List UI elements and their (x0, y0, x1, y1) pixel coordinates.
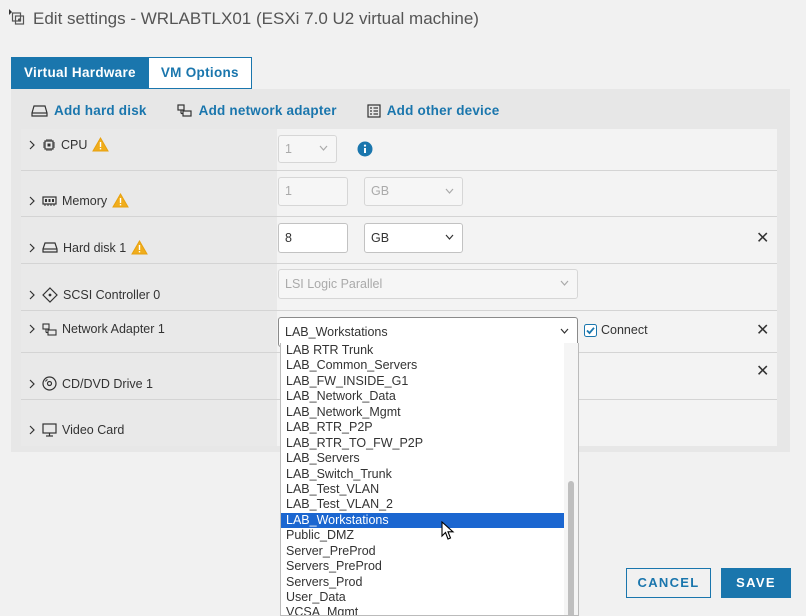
chevron-right-icon (29, 425, 35, 435)
dropdown-option[interactable]: LAB_RTR_P2P (281, 420, 578, 435)
dropdown-option[interactable]: LAB_Switch_Trunk (281, 467, 578, 482)
hard-disk-icon (42, 242, 58, 253)
network-adapter-row-header[interactable]: Network Adapter 1 (27, 322, 165, 336)
dropdown-option[interactable]: Server_PreProd (281, 544, 578, 559)
scsi-type-select[interactable]: LSI Logic Parallel (278, 269, 578, 299)
cpu-icon (43, 138, 55, 151)
add-other-device-button[interactable]: Add other device (367, 103, 500, 118)
remove-hard-disk-button[interactable]: ✕ (756, 231, 769, 247)
cdrom-row-header[interactable]: CD/DVD Drive 1 (27, 376, 153, 391)
dropdown-option[interactable]: VCSA_Mgmt (281, 605, 578, 615)
chevron-right-icon (29, 196, 35, 205)
tab-bar: Virtual Hardware VM Options (11, 57, 252, 89)
scsi-row-header[interactable]: SCSI Controller 0 (27, 287, 160, 303)
dropdown-scrollbar[interactable] (564, 343, 578, 615)
cdrom-label: CD/DVD Drive 1 (62, 376, 153, 391)
network-adapter-icon (42, 322, 57, 336)
connect-checkbox[interactable] (584, 323, 597, 337)
connect-label: Connect (601, 323, 648, 337)
memory-unit-select[interactable]: GB (364, 177, 463, 206)
dropdown-option[interactable]: LAB_Common_Servers (281, 358, 578, 373)
memory-size-input[interactable]: 1 (278, 177, 348, 206)
info-icon[interactable] (357, 141, 373, 157)
chevron-down-icon (560, 328, 569, 334)
dropdown-option[interactable]: Servers_PreProd (281, 559, 578, 574)
warning-icon (131, 240, 149, 255)
dropdown-option[interactable]: LAB_RTR_TO_FW_P2P (281, 436, 578, 451)
warning-icon (92, 137, 110, 152)
remove-cdrom-button[interactable]: ✕ (756, 364, 769, 380)
chevron-right-icon (29, 290, 35, 300)
network-adapter-label: Network Adapter 1 (62, 322, 165, 336)
warning-icon (112, 193, 130, 208)
monitor-icon (42, 423, 57, 437)
cancel-button[interactable]: CANCEL (626, 568, 711, 598)
remove-network-adapter-button[interactable]: ✕ (756, 323, 769, 339)
network-options: LAB RTR Trunk LAB_Common_Servers LAB_FW_IN… (281, 343, 578, 615)
other-device-icon (367, 103, 381, 118)
tab-virtual-hardware[interactable]: Virtual Hardware (11, 57, 149, 89)
dropdown-option[interactable]: User_Data (281, 590, 578, 605)
dropdown-option[interactable]: LAB_Network_Data (281, 389, 578, 404)
scrollbar-thumb[interactable] (568, 481, 574, 615)
dropdown-option[interactable]: Servers_Prod (281, 575, 578, 590)
dialog-header: Edit settings - WRLABTLX01 (ESXi 7.0 U2 … (0, 0, 806, 40)
dropdown-option[interactable]: LAB_Network_Mgmt (281, 405, 578, 420)
add-hard-disk-button[interactable]: Add hard disk (31, 103, 147, 118)
hard-disk-icon (31, 104, 48, 117)
add-hard-disk-label: Add hard disk (54, 103, 147, 118)
video-card-label: Video Card (62, 423, 125, 437)
hard-disk-size-input[interactable]: 8 (278, 223, 348, 253)
memory-label: Memory (62, 193, 108, 208)
dropdown-option[interactable]: LAB_Test_VLAN (281, 482, 578, 497)
device-row-hard-disk: Hard disk 1 8 GB ✕ (21, 217, 777, 264)
chevron-down-icon (560, 280, 569, 286)
network-dropdown-list[interactable]: LAB RTR Trunk LAB_Common_Servers LAB_FW_IN… (280, 343, 579, 616)
cpu-label: CPU (61, 137, 88, 152)
chevron-right-icon (29, 140, 35, 149)
dropdown-option[interactable]: LAB RTR Trunk (281, 343, 578, 358)
add-network-adapter-button[interactable]: Add network adapter (177, 103, 337, 118)
dropdown-option[interactable]: Public_DMZ (281, 528, 578, 543)
hard-disk-unit-select[interactable]: GB (364, 223, 463, 253)
vm-settings-icon (8, 8, 26, 26)
dropdown-option[interactable]: LAB_FW_INSIDE_G1 (281, 374, 578, 389)
save-button[interactable]: SAVE (721, 568, 791, 598)
device-row-cpu: CPU 1 (21, 129, 777, 171)
network-adapter-icon (177, 103, 192, 117)
hard-disk-label: Hard disk 1 (63, 240, 127, 255)
device-toolbar: Add hard disk Add network adapter Add ot… (31, 103, 499, 118)
memory-icon (42, 195, 57, 206)
mouse-cursor-icon (441, 521, 455, 540)
cd-dvd-icon (42, 376, 57, 391)
add-other-device-label: Add other device (386, 103, 500, 118)
memory-row-header[interactable]: Memory (27, 193, 130, 208)
device-row-memory: Memory 1 GB (21, 171, 777, 217)
chevron-down-icon (445, 188, 454, 194)
dropdown-option[interactable]: LAB_Workstations (281, 512, 578, 529)
cpu-row-header[interactable]: CPU (27, 137, 110, 152)
hard-disk-row-header[interactable]: Hard disk 1 (27, 240, 149, 255)
dropdown-option[interactable]: LAB_Servers (281, 451, 578, 466)
chevron-right-icon (29, 243, 35, 252)
add-network-adapter-label: Add network adapter (198, 103, 337, 118)
connect-toggle[interactable]: Connect (584, 323, 648, 337)
video-card-row-header[interactable]: Video Card (27, 423, 124, 437)
chevron-down-icon (445, 234, 454, 240)
dialog-title: Edit settings - WRLABTLX01 (ESXi 7.0 U2 … (33, 9, 479, 28)
dropdown-option[interactable]: LAB_Test_VLAN_2 (281, 497, 578, 512)
scsi-label: SCSI Controller 0 (63, 288, 161, 302)
chevron-right-icon (29, 324, 35, 334)
device-row-scsi: SCSI Controller 0 LSI Logic Parallel (21, 264, 777, 311)
cpu-count-select[interactable]: 1 (278, 135, 337, 163)
scsi-controller-icon (42, 287, 58, 303)
chevron-down-icon (319, 145, 328, 151)
chevron-right-icon (29, 379, 35, 388)
tab-vm-options[interactable]: VM Options (148, 57, 252, 89)
